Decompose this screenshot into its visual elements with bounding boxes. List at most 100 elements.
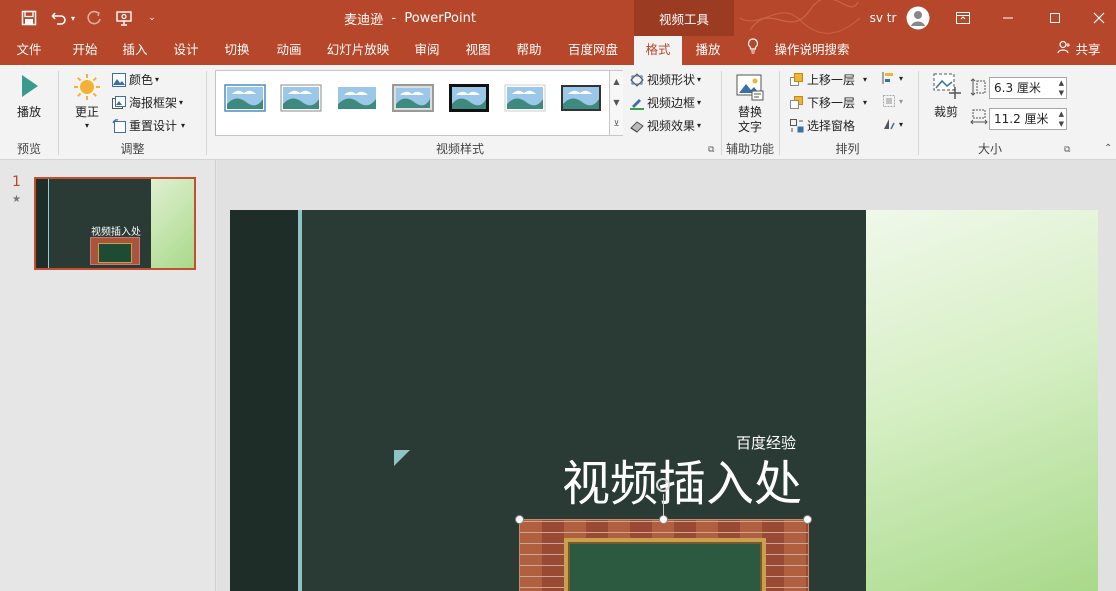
- color-icon: [112, 72, 126, 87]
- corrections-button[interactable]: 更正: [66, 105, 108, 119]
- corrections-sun-icon[interactable]: [72, 72, 102, 105]
- reset-design-button[interactable]: 重置设计 ▾: [112, 117, 185, 134]
- collapse-ribbon-icon[interactable]: ⌃: [1104, 143, 1112, 154]
- video-border-label: 视频边框: [647, 96, 696, 110]
- save-icon[interactable]: [18, 0, 40, 36]
- video-effects-label: 视频效果: [647, 119, 696, 133]
- close-icon[interactable]: [1088, 0, 1110, 36]
- alt-text-icon[interactable]: [736, 73, 764, 104]
- tab-file[interactable]: 文件: [8, 36, 50, 65]
- share-person-icon[interactable]: [1056, 36, 1072, 65]
- window-title: 麦迪逊 - PowerPoint: [344, 10, 476, 28]
- maximize-icon[interactable]: [1044, 0, 1066, 36]
- tab-animations[interactable]: 动画: [266, 36, 312, 65]
- tab-transitions[interactable]: 切换: [214, 36, 260, 65]
- tab-slideshow[interactable]: 幻灯片放映: [320, 36, 396, 65]
- send-backward-button[interactable]: 下移一层 ▾: [790, 94, 867, 111]
- lightbulb-icon: [745, 36, 761, 65]
- minimize-icon[interactable]: [997, 0, 1019, 36]
- video-style-thumb-4[interactable]: [392, 82, 434, 114]
- video-shape-label: 视频形状: [647, 73, 696, 87]
- group-label-adjust: 调整: [120, 142, 145, 156]
- thumb-left-band: [36, 179, 48, 268]
- tell-me-search[interactable]: 操作说明搜索: [770, 36, 854, 65]
- poster-frame-button[interactable]: 海报框架 ▾: [112, 94, 183, 111]
- video-style-thumb-6[interactable]: [504, 82, 546, 114]
- size-launcher-icon[interactable]: ⧉: [1064, 145, 1070, 155]
- tab-format[interactable]: 格式: [634, 36, 682, 65]
- rotate-icon[interactable]: ▾: [882, 117, 903, 131]
- tab-design[interactable]: 设计: [163, 36, 209, 65]
- avatar[interactable]: [905, 0, 931, 36]
- present-from-start-icon[interactable]: [113, 0, 135, 36]
- tab-baidu-netdisk[interactable]: 百度网盘: [560, 36, 626, 65]
- video-frame[interactable]: [519, 519, 809, 591]
- video-border-pen-icon: [630, 98, 644, 110]
- align-icon[interactable]: ▾: [882, 71, 903, 85]
- transition-star-icon: ★: [12, 194, 21, 205]
- slide-thumbnails-pane: 1 ★ 视频插入处: [0, 160, 216, 591]
- bring-forward-button[interactable]: 上移一层 ▾: [790, 71, 867, 88]
- group-objects-icon: ▾: [882, 94, 903, 108]
- resize-handle-tl[interactable]: [515, 515, 524, 524]
- title-decoration-pattern: [740, 0, 860, 34]
- tab-review[interactable]: 审阅: [404, 36, 450, 65]
- user-name[interactable]: sv tr: [866, 0, 900, 36]
- video-style-thumb-1[interactable]: [224, 82, 266, 114]
- resize-handle-top[interactable]: [659, 515, 668, 524]
- thumb-brick-board: [90, 237, 140, 265]
- video-style-thumb-7[interactable]: [560, 82, 602, 114]
- undo-dropdown-icon[interactable]: ▾: [68, 0, 78, 36]
- customize-qat-icon[interactable]: ⌄: [145, 0, 159, 36]
- group-label-preview: 预览: [16, 142, 41, 156]
- video-shape-icon: [630, 72, 644, 87]
- share-button[interactable]: 共享: [1072, 36, 1104, 65]
- slide-thumbnail-1[interactable]: 视频插入处: [34, 177, 196, 270]
- height-input[interactable]: 6.3 厘米 ▲ ▼: [989, 77, 1067, 99]
- tab-home[interactable]: 开始: [62, 36, 108, 65]
- color-label: 颜色: [129, 73, 154, 87]
- alt-text-button-line1[interactable]: 替换: [730, 105, 770, 119]
- tab-help[interactable]: 帮助: [506, 36, 552, 65]
- selection-pane-label: 选择窗格: [807, 119, 856, 133]
- width-icon: [970, 109, 988, 128]
- video-effects-button[interactable]: 视频效果 ▾: [630, 117, 701, 134]
- selection-pane-button[interactable]: 选择窗格: [790, 117, 855, 134]
- ribbon-display-options-icon[interactable]: [952, 0, 974, 36]
- thumb-green-panel: [151, 179, 194, 268]
- crop-icon[interactable]: [933, 73, 961, 104]
- gallery-scroll-up-icon[interactable]: ▲: [609, 71, 623, 92]
- thumb-title: 视频插入处: [91, 227, 141, 238]
- reset-design-icon: [112, 118, 126, 133]
- tab-insert[interactable]: 插入: [112, 36, 158, 65]
- undo-icon[interactable]: [48, 0, 70, 36]
- video-shape-button[interactable]: 视频形状 ▾: [630, 71, 701, 88]
- play-button[interactable]: 播放: [8, 105, 50, 119]
- video-border-button[interactable]: 视频边框 ▾: [630, 94, 701, 111]
- resize-handle-tr[interactable]: [803, 515, 812, 524]
- gallery-more-icon[interactable]: ⊻: [609, 113, 623, 135]
- video-style-thumb-5[interactable]: [448, 82, 490, 114]
- ribbon-format: 播放 预览 更正 ▾ 颜色 ▾ 海报框架 ▾ 重置设计 ▾ 调整 ▲ ▼ ⊻ 视频形状…: [0, 65, 1116, 160]
- send-backward-label: 下移一层: [807, 96, 856, 110]
- slide-green-panel: [866, 210, 1098, 591]
- crop-button[interactable]: 裁剪: [926, 105, 966, 119]
- slide[interactable]: 百度经验 视频插入处: [230, 210, 1098, 591]
- gallery-scroll-down-icon[interactable]: ▼: [609, 92, 623, 113]
- video-style-thumb-3[interactable]: [336, 82, 378, 114]
- separator: [58, 71, 59, 155]
- rotate-handle-icon[interactable]: [654, 476, 672, 494]
- group-label-size: 大小: [977, 142, 1002, 156]
- alt-text-button-line2[interactable]: 文字: [730, 120, 770, 134]
- width-input[interactable]: 11.2 厘米 ▲ ▼: [989, 108, 1067, 130]
- video-styles-launcher-icon[interactable]: ⧉: [708, 145, 714, 155]
- tab-view[interactable]: 视图: [455, 36, 501, 65]
- slide-subtitle[interactable]: 百度经验: [736, 432, 796, 453]
- video-style-thumb-2[interactable]: [280, 82, 322, 114]
- tab-playback[interactable]: 播放: [686, 36, 730, 65]
- color-button[interactable]: 颜色 ▾: [112, 71, 159, 88]
- play-icon[interactable]: [18, 73, 40, 102]
- corrections-dropdown-icon[interactable]: ▾: [66, 119, 108, 133]
- redo-icon: [84, 0, 104, 36]
- video-styles-gallery: ▲ ▼ ⊻: [215, 70, 623, 136]
